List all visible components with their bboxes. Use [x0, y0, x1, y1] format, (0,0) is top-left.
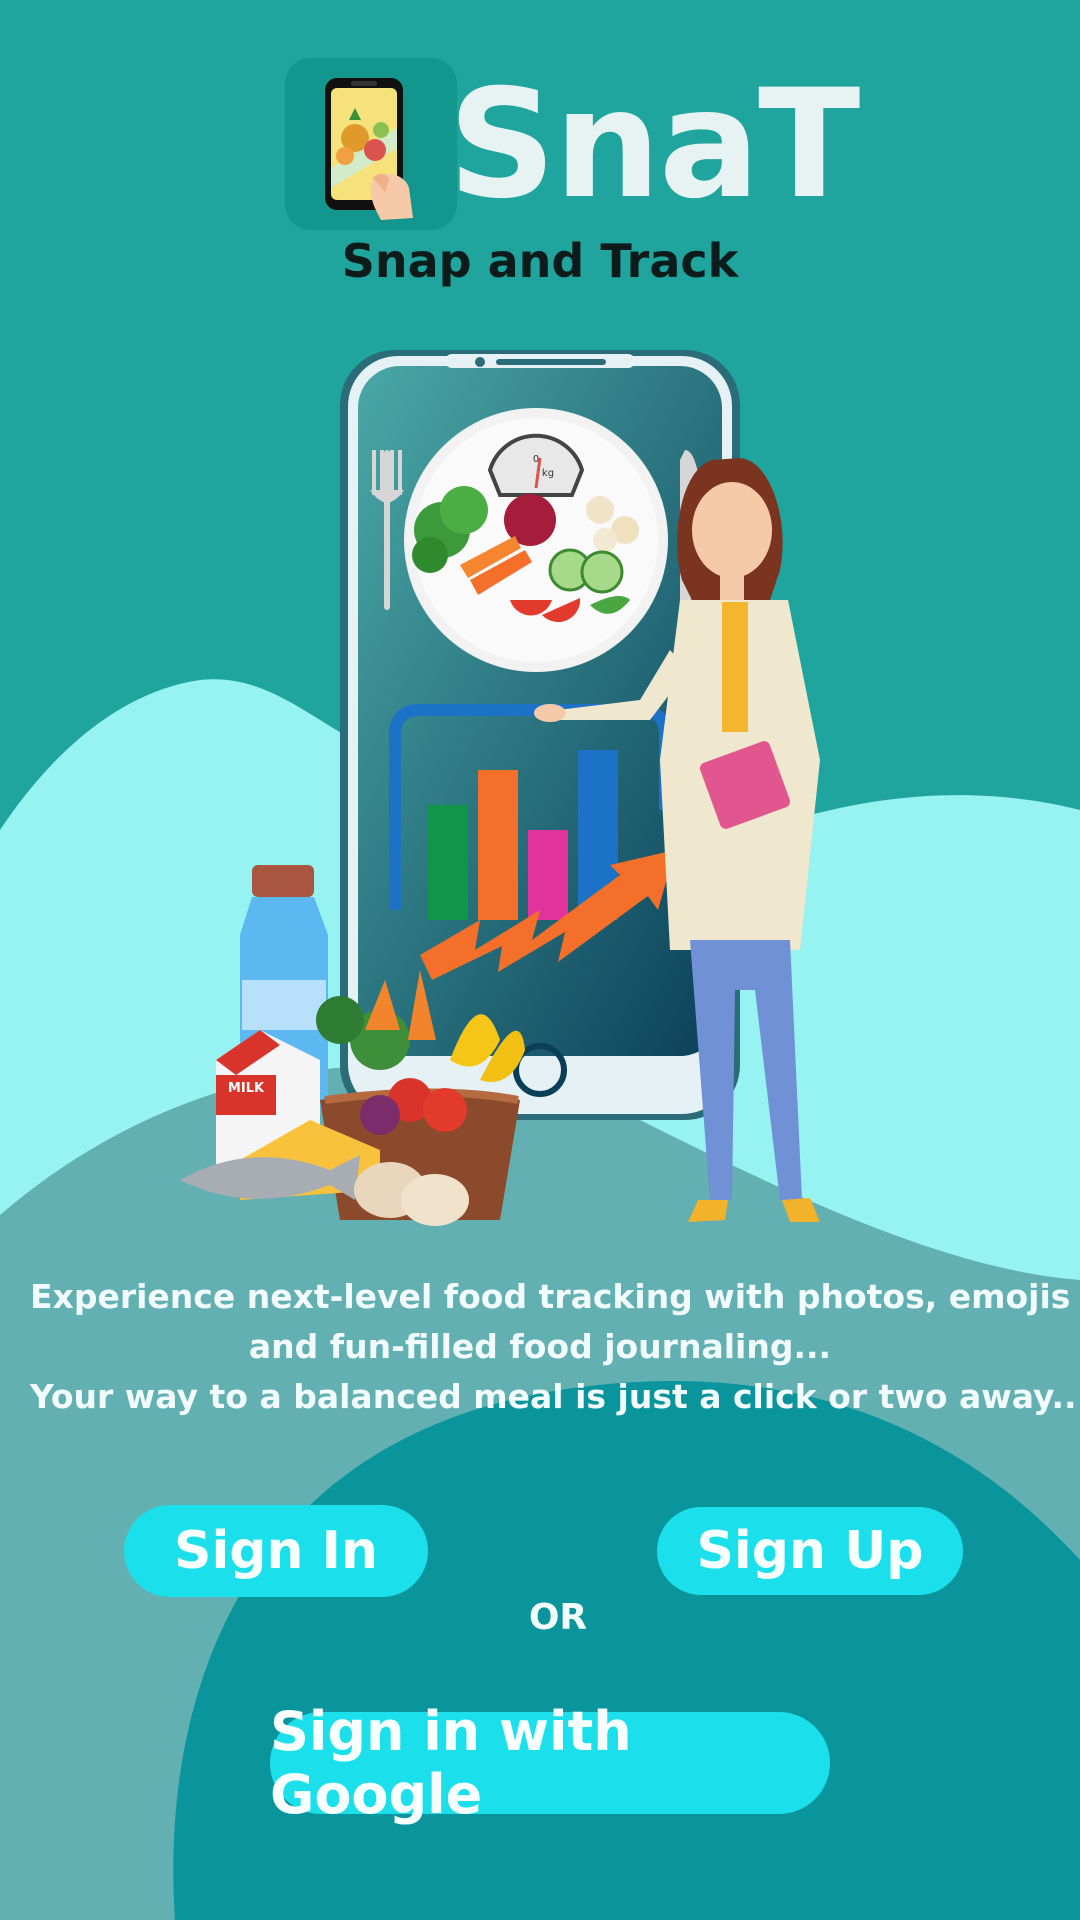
intro-line-1: Experience next-level food tracking with…	[30, 1277, 1071, 1316]
intro-text: Experience next-level food tracking with…	[30, 1272, 1080, 1422]
intro-line-2: and fun-filled food journaling...	[248, 1327, 832, 1366]
scale-unit: kg	[542, 468, 554, 479]
app-logo	[285, 58, 457, 230]
intro-line-3: Your way to a balanced meal is just a cl…	[30, 1377, 1080, 1416]
hero-illustration: 0 kg MILK	[180, 350, 820, 1226]
app-header: SnaT Snap and Track	[0, 0, 1080, 300]
or-separator: OR	[528, 1597, 588, 1638]
sign-in-button[interactable]: Sign In	[124, 1505, 428, 1597]
plate-illustration: 0 kg	[404, 408, 668, 672]
milk-label: MILK	[228, 1081, 265, 1096]
app-tagline: Snap and Track	[341, 234, 739, 288]
app-name: SnaT	[448, 58, 860, 232]
sign-up-button[interactable]: Sign Up	[657, 1507, 963, 1595]
phone-hand-icon	[325, 78, 413, 220]
google-sign-in-button[interactable]: Sign in with Google	[270, 1700, 830, 1826]
